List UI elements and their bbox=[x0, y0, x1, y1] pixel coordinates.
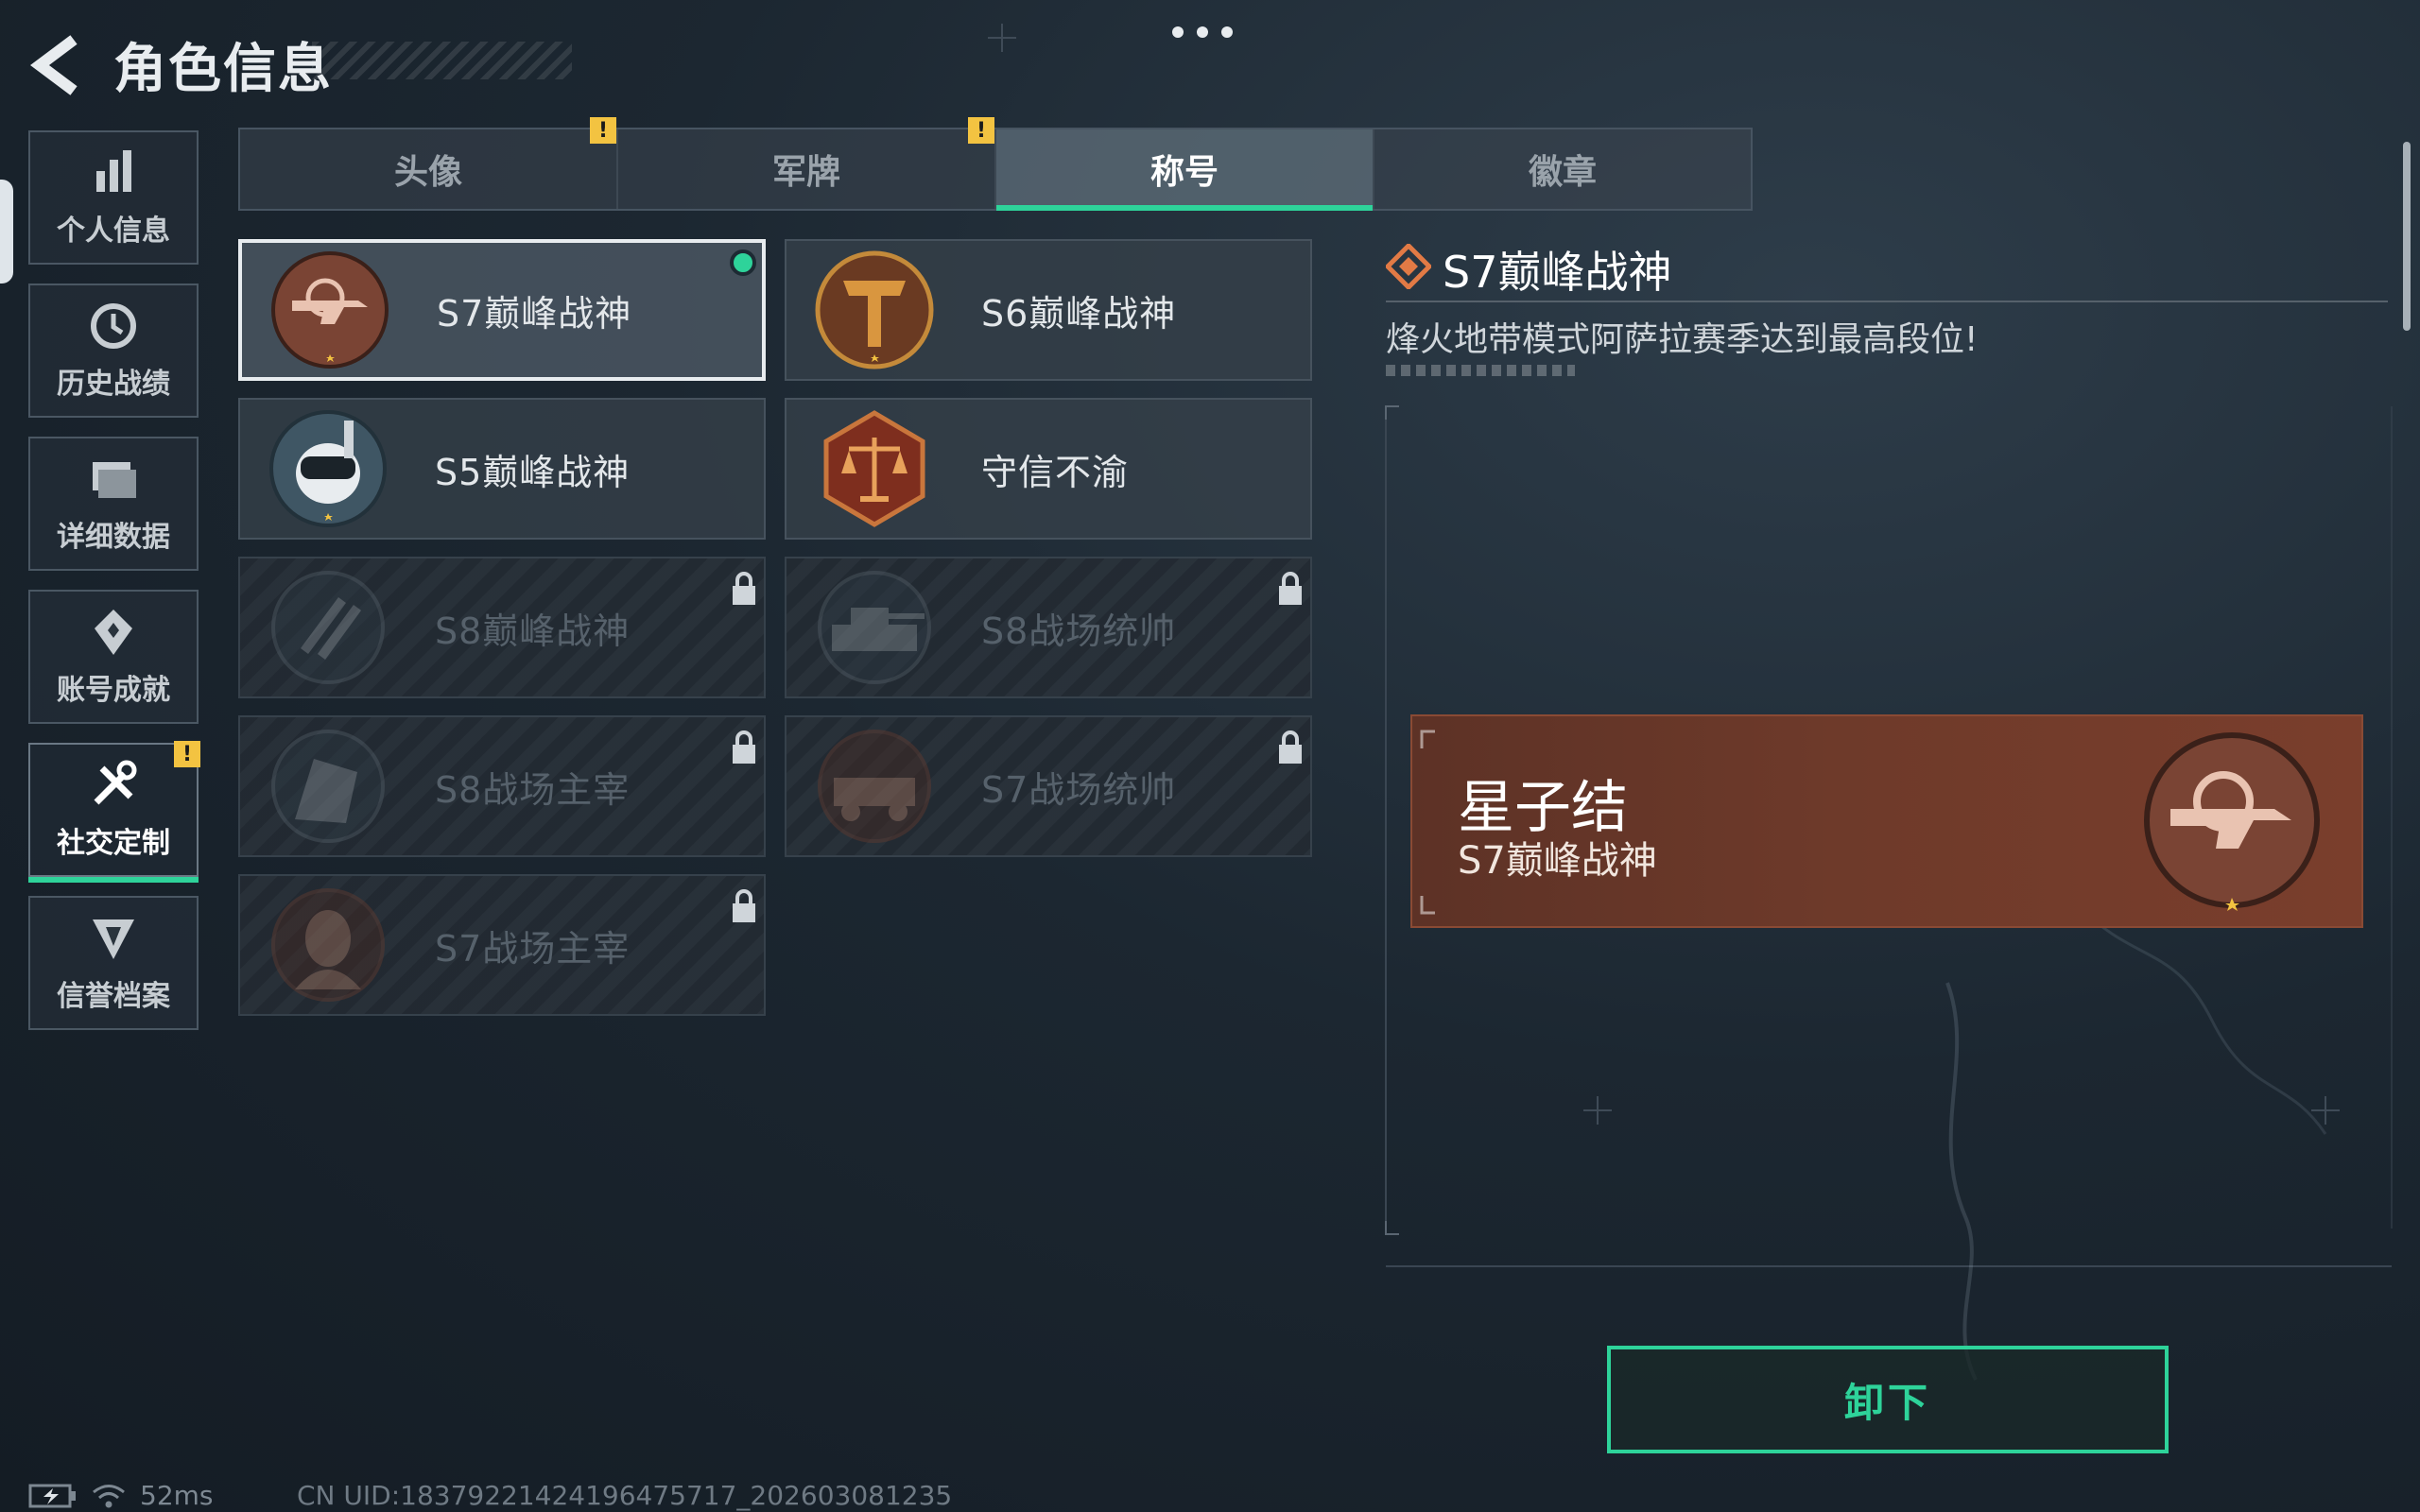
armored-car-emblem-icon bbox=[818, 730, 931, 843]
title-card-locked[interactable]: S7战场统帅 bbox=[785, 715, 1312, 857]
equipped-indicator bbox=[730, 249, 756, 276]
title-name: S8巅峰战神 bbox=[435, 610, 631, 652]
scales-emblem-icon bbox=[823, 410, 925, 527]
preview-bracket bbox=[1420, 730, 1435, 915]
tab-badge[interactable]: 徽章 bbox=[1374, 129, 1751, 209]
lock-icon bbox=[733, 889, 755, 922]
sidebar-item-label: 社交定制 bbox=[57, 827, 170, 860]
sidebar-item-label: 个人信息 bbox=[57, 215, 170, 248]
sidebar-item-label: 信誉档案 bbox=[57, 980, 170, 1013]
alert-badge: ! bbox=[174, 741, 200, 767]
title-card[interactable]: S6巅峰战神 bbox=[785, 239, 1312, 381]
sidebar-item-history[interactable]: 历史战绩 bbox=[28, 284, 199, 418]
soldier-portrait-emblem-icon bbox=[271, 888, 385, 1002]
tab-label: 徽章 bbox=[1528, 153, 1597, 192]
title-name: S8战场统帅 bbox=[981, 610, 1177, 652]
title-name: S6巅峰战神 bbox=[981, 292, 1177, 335]
sidebar-item-detail-data[interactable]: 详细数据 bbox=[28, 437, 199, 571]
title-name: 守信不渝 bbox=[981, 451, 1130, 493]
more-menu-icon[interactable] bbox=[1172, 26, 1248, 43]
shield-emblem-icon bbox=[815, 250, 934, 369]
tab-label: 称号 bbox=[1150, 153, 1219, 192]
title-card[interactable]: S7巅峰战神 bbox=[238, 239, 766, 381]
unequip-button[interactable]: 卸下 bbox=[1607, 1346, 2169, 1453]
category-tabs: 头像 军牌 称号 徽章 bbox=[238, 128, 1753, 211]
gun-emblem-icon bbox=[2144, 732, 2320, 911]
back-arrow-icon[interactable] bbox=[26, 32, 93, 98]
detail-meta-decoration bbox=[1386, 365, 1575, 376]
credit-icon bbox=[93, 919, 134, 959]
tab-dogtag[interactable]: 军牌 bbox=[618, 129, 996, 209]
status-bar: 52ms bbox=[28, 1480, 214, 1511]
folder-icon bbox=[93, 462, 136, 498]
title-card-locked[interactable]: S8巅峰战神 bbox=[238, 557, 766, 698]
sidebar-item-achievements[interactable]: 账号成就 bbox=[28, 590, 199, 724]
sidebar-item-label: 历史战绩 bbox=[57, 368, 170, 401]
title-name: S7战场统帅 bbox=[981, 768, 1177, 811]
side-drawer-handle[interactable] bbox=[0, 180, 13, 284]
sidebar-item-social-custom[interactable]: 社交定制 bbox=[28, 743, 199, 883]
scrollbar[interactable] bbox=[2403, 142, 2411, 331]
history-icon bbox=[91, 303, 136, 349]
lock-icon bbox=[733, 572, 755, 605]
divider bbox=[1386, 301, 2388, 302]
gun-emblem-icon bbox=[271, 251, 389, 369]
title-card[interactable]: S5巅峰战神 bbox=[238, 398, 766, 540]
detail-description: 烽火地带模式阿萨拉赛季达到最高段位! bbox=[1386, 320, 1979, 359]
title-name: S7战场主宰 bbox=[435, 927, 631, 970]
title-card-locked[interactable]: S8战场统帅 bbox=[785, 557, 1312, 698]
tank-emblem-icon bbox=[818, 571, 931, 684]
lock-icon bbox=[1279, 572, 1302, 605]
lock-icon bbox=[1279, 730, 1302, 764]
skull-diver-emblem-icon bbox=[269, 410, 387, 527]
sidebar-item-credit-file[interactable]: 信誉档案 bbox=[28, 896, 199, 1030]
title-card[interactable]: 守信不渝 bbox=[785, 398, 1312, 540]
achievement-icon bbox=[95, 610, 132, 655]
title-name: S5巅峰战神 bbox=[435, 451, 631, 493]
battery-icon bbox=[28, 1484, 76, 1507]
title-card-locked[interactable]: S8战场主宰 bbox=[238, 715, 766, 857]
sidebar-item-label: 账号成就 bbox=[57, 674, 170, 707]
sidebar-item-label: 详细数据 bbox=[57, 521, 170, 554]
wifi-icon bbox=[93, 1484, 125, 1507]
tab-label: 军牌 bbox=[771, 153, 840, 192]
title-name: S7巅峰战神 bbox=[437, 292, 632, 335]
tools-icon bbox=[94, 760, 137, 805]
building-emblem-icon bbox=[271, 730, 385, 843]
ping-text: 52ms bbox=[140, 1480, 214, 1511]
tab-label: 头像 bbox=[393, 153, 462, 192]
sidebar-item-personal-info[interactable]: 个人信息 bbox=[28, 130, 199, 265]
tab-title[interactable]: 称号 bbox=[996, 129, 1374, 211]
title-card-locked[interactable]: S7战场主宰 bbox=[238, 874, 766, 1016]
title-diamond-icon bbox=[1386, 244, 1431, 289]
alert-badge: ! bbox=[968, 117, 994, 144]
user-uid: CN UID:1837922142419647571​7_20260308123… bbox=[297, 1480, 953, 1511]
page-title: 角色信息 bbox=[113, 39, 333, 100]
slash-emblem-icon bbox=[271, 571, 385, 684]
detail-title: S7巅峰战神 bbox=[1443, 247, 1672, 298]
preview-title-name: S7巅峰战神 bbox=[1458, 839, 1657, 883]
alert-badge: ! bbox=[590, 117, 616, 144]
title-name: S8战场主宰 bbox=[435, 768, 631, 811]
bar-chart-icon bbox=[96, 150, 131, 192]
title-decoration bbox=[312, 42, 572, 79]
lock-icon bbox=[733, 730, 755, 764]
tab-avatar[interactable]: 头像 bbox=[240, 129, 618, 209]
